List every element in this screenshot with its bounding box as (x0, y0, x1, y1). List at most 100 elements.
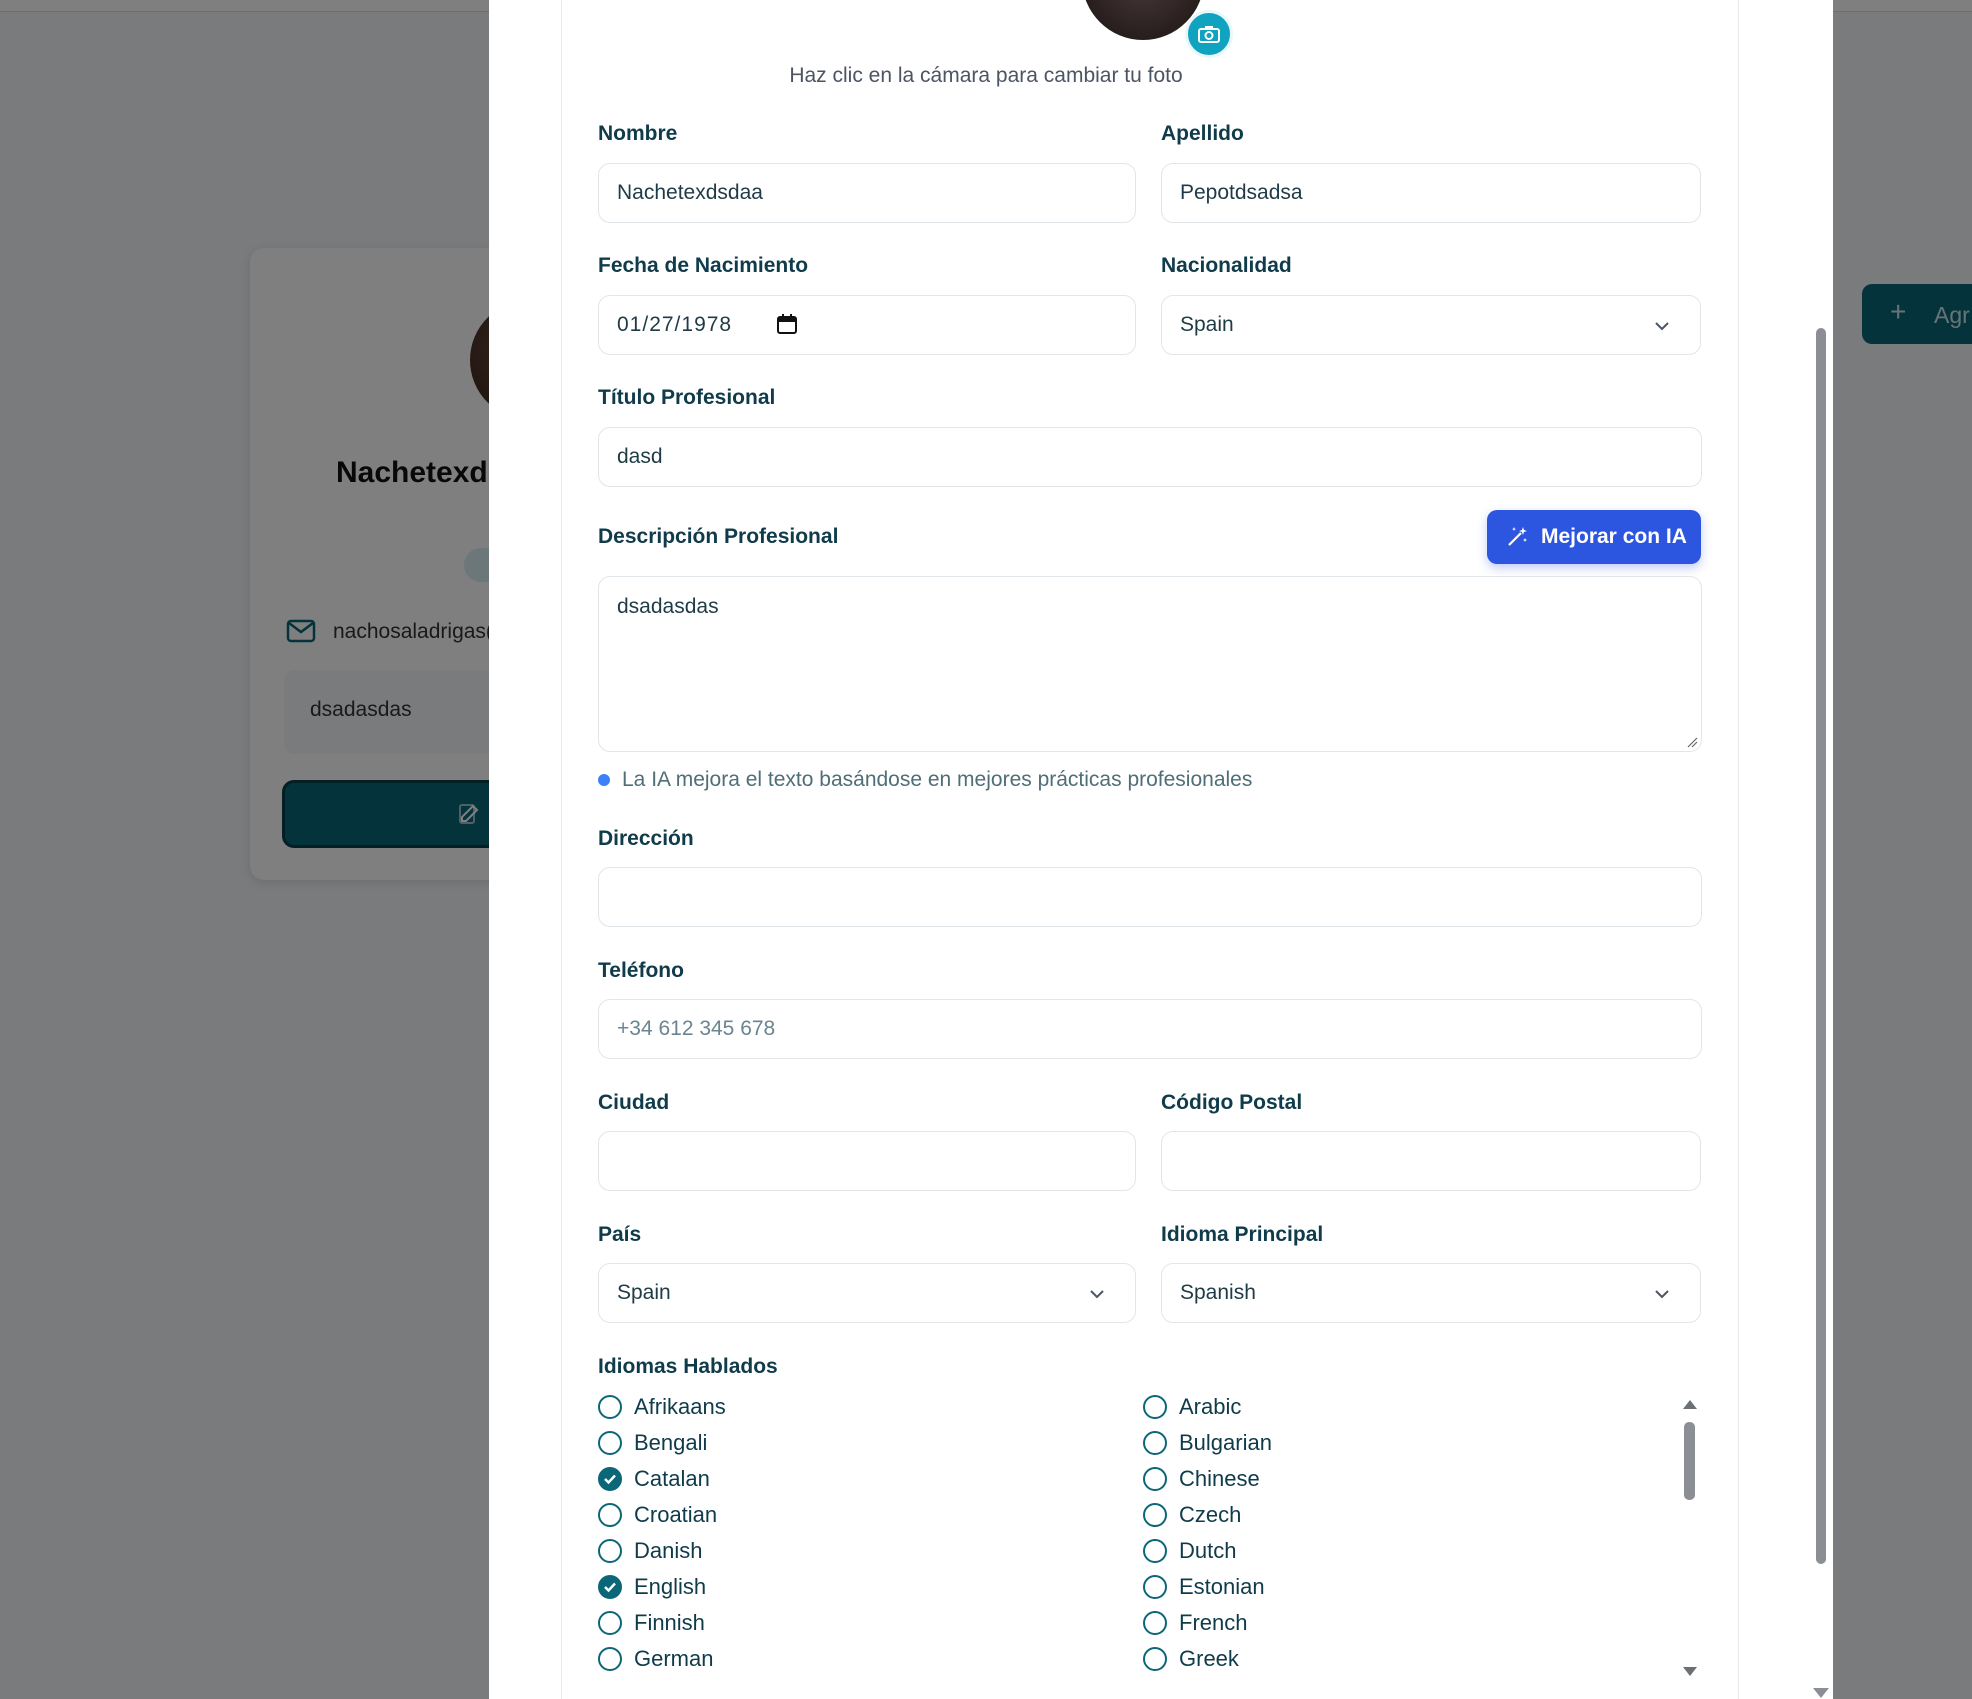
codigo-postal-label: Código Postal (1161, 1091, 1303, 1114)
direccion-input[interactable] (598, 867, 1702, 927)
chevron-down-icon (1655, 1290, 1669, 1299)
list-scrollbar-thumb[interactable] (1684, 1422, 1695, 1500)
circle-icon[interactable] (1143, 1611, 1167, 1635)
calendar-icon[interactable] (776, 313, 798, 335)
language-option-afrikaans[interactable]: Afrikaans (598, 1392, 726, 1422)
magic-wand-icon (1508, 527, 1527, 546)
language-label: Bengali (634, 1430, 708, 1455)
language-label: Catalan (634, 1466, 710, 1491)
language-option-dutch[interactable]: Dutch (1143, 1536, 1236, 1566)
check-circle-icon[interactable] (598, 1575, 622, 1599)
circle-icon[interactable] (598, 1431, 622, 1455)
nacionalidad-label: Nacionalidad (1161, 254, 1292, 277)
circle-icon[interactable] (1143, 1467, 1167, 1491)
descripcion-value: dsadasdas (617, 595, 719, 618)
idioma-principal-select[interactable]: Spanish (1161, 1263, 1701, 1323)
apellido-value: Pepotdsadsa (1180, 181, 1303, 204)
check-circle-icon[interactable] (598, 1467, 622, 1491)
pais-select[interactable]: Spain (598, 1263, 1136, 1323)
descripcion-label: Descripción Profesional (598, 525, 839, 548)
nacionalidad-select[interactable]: Spain (1161, 295, 1701, 355)
ciudad-input[interactable] (598, 1131, 1136, 1191)
page-scrollbar-thumb[interactable] (1816, 328, 1826, 1564)
page-scroll-down-icon[interactable] (1813, 1688, 1829, 1698)
language-option-catalan[interactable]: Catalan (598, 1464, 710, 1494)
chevron-down-icon (1655, 322, 1669, 331)
language-label: Arabic (1179, 1394, 1242, 1419)
photo-hint: Haz clic en la cámara para cambiar tu fo… (789, 64, 1183, 87)
circle-icon[interactable] (598, 1539, 622, 1563)
language-label: English (634, 1574, 707, 1599)
apellido-label: Apellido (1161, 122, 1244, 145)
circle-icon[interactable] (598, 1395, 622, 1419)
pais-value: Spain (617, 1281, 671, 1304)
idioma-principal-value: Spanish (1180, 1281, 1256, 1304)
circle-icon[interactable] (598, 1503, 622, 1527)
fecha-label: Fecha de Nacimiento (598, 254, 809, 277)
circle-icon[interactable] (1143, 1503, 1167, 1527)
telefono-placeholder: +34 612 345 678 (617, 1017, 776, 1040)
list-scroll-up-icon[interactable] (1683, 1400, 1697, 1409)
language-label: Greek (1179, 1646, 1239, 1671)
nacionalidad-value: Spain (1180, 313, 1234, 336)
resize-handle-icon[interactable] (1686, 736, 1698, 748)
circle-icon[interactable] (1143, 1431, 1167, 1455)
language-label: Finnish (634, 1610, 705, 1635)
pais-label: País (598, 1223, 642, 1246)
camera-icon (1198, 26, 1220, 43)
language-option-estonian[interactable]: Estonian (1143, 1572, 1265, 1602)
chevron-down-icon (1090, 1290, 1104, 1299)
language-option-english[interactable]: English (598, 1572, 706, 1602)
fecha-value: 01/27/1978 (617, 313, 733, 336)
language-option-arabic[interactable]: Arabic (1143, 1392, 1241, 1422)
ai-button-label: Mejorar con IA (1541, 525, 1687, 548)
language-option-czech[interactable]: Czech (1143, 1500, 1241, 1530)
language-label: Dutch (1179, 1538, 1237, 1563)
language-option-bengali[interactable]: Bengali (598, 1428, 707, 1458)
direccion-label: Dirección (598, 827, 694, 850)
language-option-greek[interactable]: Greek (1143, 1644, 1239, 1674)
ciudad-label: Ciudad (598, 1091, 670, 1114)
language-label: Bulgarian (1179, 1430, 1272, 1455)
improve-with-ai-button[interactable]: Mejorar con IA (1487, 510, 1701, 564)
change-photo-button[interactable] (1185, 10, 1233, 58)
descripcion-textarea[interactable]: dsadasdas (598, 576, 1702, 752)
language-label: Croatian (634, 1502, 718, 1527)
idioma-principal-label: Idioma Principal (1161, 1223, 1324, 1246)
language-label: Czech (1179, 1502, 1242, 1527)
circle-icon[interactable] (1143, 1539, 1167, 1563)
telefono-label: Teléfono (598, 959, 684, 982)
ai-note: La IA mejora el texto basándose en mejor… (622, 768, 1253, 791)
fecha-input[interactable]: 01/27/1978 (598, 295, 1136, 355)
language-label: Afrikaans (634, 1394, 726, 1419)
language-option-danish[interactable]: Danish (598, 1536, 702, 1566)
circle-icon[interactable] (1143, 1575, 1167, 1599)
language-option-french[interactable]: French (1143, 1608, 1247, 1638)
titulo-input[interactable]: dasd (598, 427, 1702, 487)
language-option-bulgarian[interactable]: Bulgarian (1143, 1428, 1272, 1458)
titulo-label: Título Profesional (598, 386, 776, 409)
circle-icon[interactable] (598, 1647, 622, 1671)
language-label: French (1179, 1610, 1248, 1635)
nombre-input[interactable]: Nachetexdsdaa (598, 163, 1136, 223)
telefono-input[interactable]: +34 612 345 678 (598, 999, 1702, 1059)
language-label: Danish (634, 1538, 703, 1563)
language-option-croatian[interactable]: Croatian (598, 1500, 717, 1530)
language-option-chinese[interactable]: Chinese (1143, 1464, 1260, 1494)
codigo-postal-input[interactable] (1161, 1131, 1701, 1191)
list-scroll-down-icon[interactable] (1683, 1667, 1697, 1676)
language-option-finnish[interactable]: Finnish (598, 1608, 705, 1638)
language-label: Chinese (1179, 1466, 1260, 1491)
nombre-label: Nombre (598, 122, 678, 145)
language-option-german[interactable]: German (598, 1644, 713, 1674)
idiomas-label: Idiomas Hablados (598, 1355, 778, 1378)
language-label: Estonian (1179, 1574, 1265, 1599)
circle-icon[interactable] (598, 1611, 622, 1635)
language-label: German (634, 1646, 714, 1671)
circle-icon[interactable] (1143, 1395, 1167, 1419)
nombre-value: Nachetexdsdaa (617, 181, 763, 204)
circle-icon[interactable] (1143, 1647, 1167, 1671)
apellido-input[interactable]: Pepotdsadsa (1161, 163, 1701, 223)
info-dot-icon (598, 774, 610, 786)
titulo-value: dasd (617, 445, 663, 468)
